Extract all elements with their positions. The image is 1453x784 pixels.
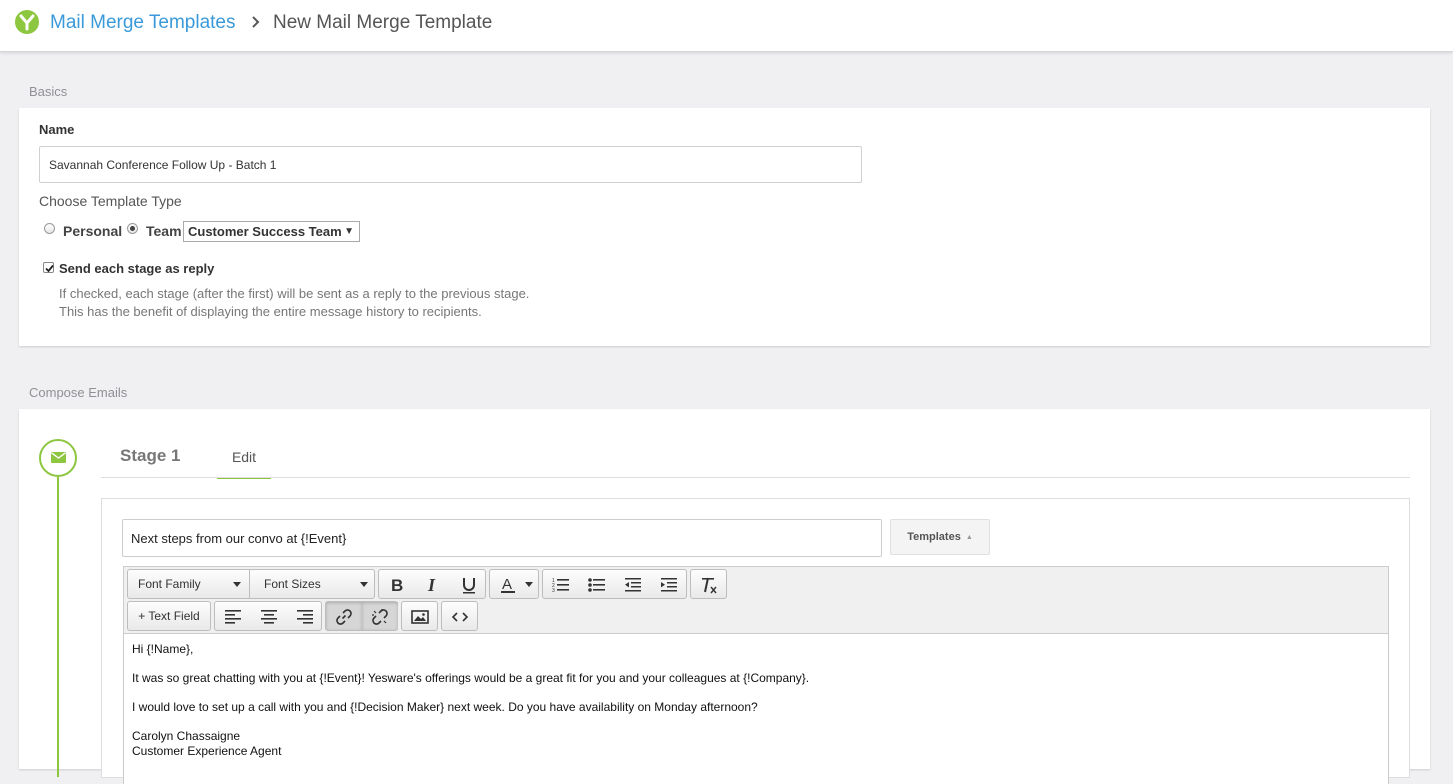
indent-button[interactable] xyxy=(651,570,687,598)
template-name-input[interactable] xyxy=(39,146,862,183)
unlink-button[interactable] xyxy=(362,602,398,630)
link-group xyxy=(325,601,398,631)
bulleted-list-icon xyxy=(588,578,605,592)
signature-title: Customer Experience Agent xyxy=(132,744,282,758)
templates-button-label: Templates xyxy=(907,531,961,543)
tab-edit[interactable]: Edit xyxy=(217,441,271,479)
text-style-group: B I xyxy=(378,569,486,599)
font-family-label: Font Family xyxy=(138,577,201,591)
team-radio-label[interactable]: Team xyxy=(146,223,182,239)
text-color-group[interactable]: A xyxy=(489,569,539,599)
source-code-button[interactable] xyxy=(442,602,478,630)
svg-text:B: B xyxy=(391,576,403,594)
svg-text:I: I xyxy=(427,576,436,594)
svg-text:A: A xyxy=(502,576,512,593)
team-radio[interactable] xyxy=(127,223,138,234)
templates-button[interactable]: Templates ▲ xyxy=(890,519,990,555)
compose-card: Stage 1 Edit Templates ▲ Font Family Font… xyxy=(19,409,1430,784)
basics-card: Name Choose Template Type Personal Team … xyxy=(19,108,1430,346)
font-sizes-label: Font Sizes xyxy=(264,577,321,591)
personal-radio[interactable] xyxy=(44,223,55,234)
yesware-logo-icon[interactable] xyxy=(15,10,39,34)
caret-up-icon: ▲ xyxy=(965,534,973,541)
indent-icon xyxy=(661,578,677,592)
insert-image-button[interactable] xyxy=(402,602,438,630)
outdent-button[interactable] xyxy=(615,570,651,598)
stage-marker xyxy=(39,439,77,477)
email-editor: Templates ▲ Font Family Font Sizes B I xyxy=(101,498,1410,784)
body-paragraph-2: I would love to set up a call with you a… xyxy=(132,700,758,714)
bulleted-list-button[interactable] xyxy=(579,570,615,598)
align-right-button[interactable] xyxy=(287,602,323,630)
body-greeting: Hi {!Name}, xyxy=(132,642,194,656)
clear-formatting-icon xyxy=(702,577,717,594)
breadcrumb-mail-merge-templates-link[interactable]: Mail Merge Templates xyxy=(50,12,236,34)
font-sizes-dropdown[interactable]: Font Sizes xyxy=(254,570,376,598)
editor-toolbar: Font Family Font Sizes B I A 1 2 3 + Tex… xyxy=(123,566,1389,634)
svg-text:3: 3 xyxy=(552,588,555,594)
team-select-value: Customer Success Team xyxy=(188,224,342,239)
text-field-group: + Text Field xyxy=(127,601,211,631)
clear-formatting-group xyxy=(690,569,727,599)
source-code-icon xyxy=(451,612,469,622)
bold-icon: B xyxy=(391,576,403,594)
font-dropdown-group: Font Family Font Sizes xyxy=(127,569,375,599)
link-icon xyxy=(336,609,352,625)
send-as-reply-label[interactable]: Send each stage as reply xyxy=(59,261,214,276)
team-select[interactable]: Customer Success Team ▼ xyxy=(183,221,360,242)
page-title: New Mail Merge Template xyxy=(273,12,493,33)
align-center-button[interactable] xyxy=(251,602,287,630)
send-as-reply-checkbox[interactable] xyxy=(43,262,54,273)
bold-button[interactable]: B xyxy=(379,570,415,598)
envelope-icon xyxy=(51,452,66,463)
align-center-icon xyxy=(261,610,277,624)
underline-button[interactable] xyxy=(451,570,487,598)
link-button[interactable] xyxy=(326,602,362,630)
source-group xyxy=(441,601,478,631)
italic-button[interactable]: I xyxy=(415,570,451,598)
numbered-list-icon: 123 xyxy=(552,578,569,594)
email-body-editor[interactable]: Hi {!Name}, It was so great chatting wit… xyxy=(123,634,1389,784)
help-text-line-1: If checked, each stage (after the first)… xyxy=(59,286,530,301)
template-type-label: Choose Template Type xyxy=(39,193,182,209)
signature-name: Carolyn Chassaigne xyxy=(132,729,241,743)
list-indent-group: 123 xyxy=(542,569,687,599)
font-family-dropdown[interactable]: Font Family xyxy=(128,570,250,598)
alignment-group xyxy=(214,601,322,631)
stage-timeline xyxy=(57,477,59,777)
text-color-icon: A xyxy=(501,576,515,593)
align-right-icon xyxy=(297,610,313,624)
body-paragraph-1: It was so great chatting with you at {!E… xyxy=(132,671,810,685)
basics-section-label: Basics xyxy=(29,84,68,99)
underline-icon xyxy=(463,578,475,594)
compose-section-label: Compose Emails xyxy=(29,385,128,400)
personal-radio-label[interactable]: Personal xyxy=(63,223,122,239)
top-header: Mail Merge Templates New Mail Merge Temp… xyxy=(0,0,1453,52)
checkmark-icon xyxy=(45,264,54,273)
numbered-list-button[interactable]: 123 xyxy=(543,570,579,598)
help-text-line-2: This has the benefit of displaying the e… xyxy=(59,304,482,319)
image-group xyxy=(401,601,438,631)
add-text-field-button[interactable]: + Text Field xyxy=(128,602,210,630)
subject-input[interactable] xyxy=(122,519,882,557)
chevron-right-icon xyxy=(252,16,260,28)
outdent-icon xyxy=(625,578,641,592)
image-icon xyxy=(411,610,429,624)
caret-down-icon xyxy=(233,582,241,587)
tabs-divider xyxy=(101,477,1410,478)
align-left-button[interactable] xyxy=(215,602,251,630)
clear-formatting-button[interactable] xyxy=(691,570,727,598)
align-left-icon xyxy=(225,610,241,624)
unlink-icon xyxy=(372,609,388,625)
select-caret-icon: ▼ xyxy=(344,226,354,237)
caret-down-icon xyxy=(525,582,533,587)
caret-down-icon xyxy=(360,582,368,587)
italic-icon: I xyxy=(427,576,436,594)
stage-title: Stage 1 xyxy=(120,446,181,465)
name-label: Name xyxy=(39,122,75,137)
